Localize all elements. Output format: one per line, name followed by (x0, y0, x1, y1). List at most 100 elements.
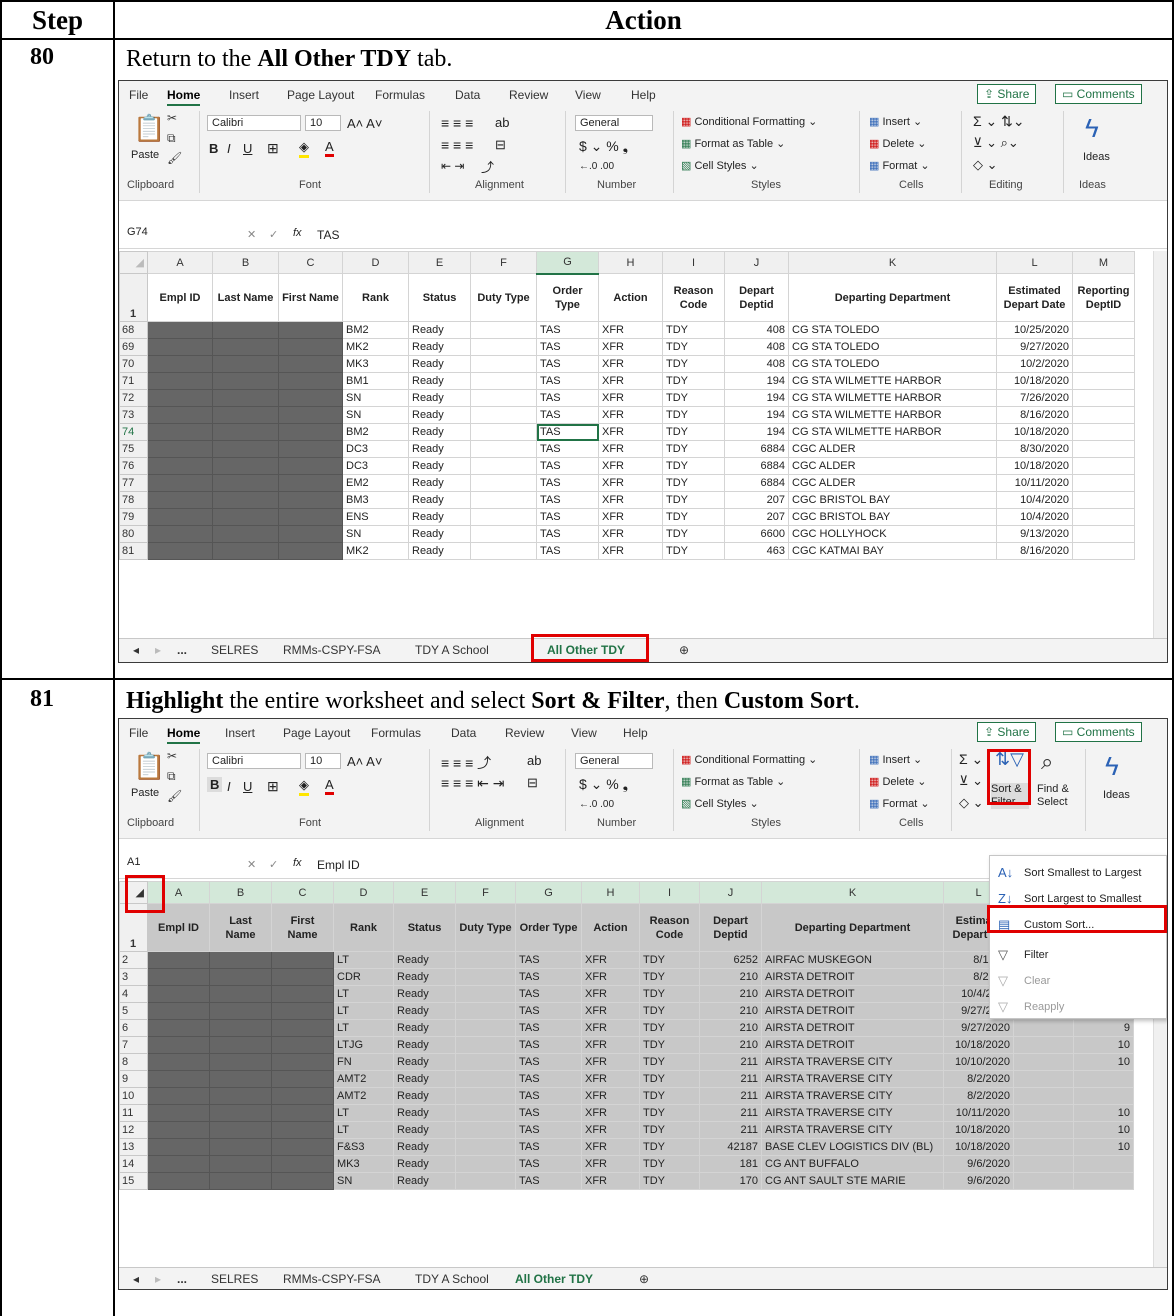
order-type-cell[interactable]: TAS (515, 968, 582, 986)
column-letter[interactable]: E (393, 881, 456, 904)
reason-code-cell[interactable]: TDY (639, 985, 700, 1003)
status-cell[interactable]: Ready (393, 1121, 456, 1139)
reporting-cell[interactable] (1072, 440, 1135, 458)
cut-icon[interactable]: ✂ (167, 749, 177, 763)
department-cell[interactable]: CG ANT BUFFALO (761, 1155, 944, 1173)
duty-type-cell[interactable] (455, 1036, 516, 1054)
rank-cell[interactable]: F&S3 (333, 1138, 394, 1156)
fill-color-icon[interactable]: ◈ (299, 139, 309, 158)
duty-type-cell[interactable] (470, 525, 537, 543)
tab-more[interactable]: ... (177, 643, 187, 657)
column-letter[interactable]: J (699, 881, 762, 904)
column-letter[interactable]: G (515, 881, 582, 904)
deptid-cell[interactable]: 210 (699, 985, 762, 1003)
reporting-cell[interactable] (1072, 508, 1135, 526)
column-letter[interactable]: H (581, 881, 640, 904)
department-cell[interactable]: CGC ALDER (788, 474, 997, 492)
date-cell[interactable]: 9/27/2020 (943, 1019, 1014, 1037)
reporting-cell[interactable] (1013, 1121, 1074, 1139)
tab-scroll-left-icon[interactable]: ◂ (133, 1272, 139, 1286)
duty-type-cell[interactable] (455, 1104, 516, 1122)
reason-code-cell[interactable]: TDY (662, 457, 725, 475)
date-cell[interactable]: 10/4/2020 (996, 491, 1073, 509)
status-cell[interactable]: Ready (408, 389, 471, 407)
status-cell[interactable]: Ready (393, 968, 456, 986)
menu-review[interactable]: Review (509, 88, 548, 102)
column-letter[interactable]: K (761, 881, 944, 904)
department-cell[interactable]: CGC KATMAI BAY (788, 542, 997, 560)
column-letter[interactable]: D (342, 251, 409, 274)
conditional-formatting-button[interactable]: ▦ Conditional Formatting ⌄ (681, 753, 817, 766)
order-type-cell[interactable]: TAS (536, 491, 599, 509)
order-type-cell[interactable]: TAS (536, 440, 599, 458)
deptid-cell[interactable]: 42187 (699, 1138, 762, 1156)
date-cell[interactable]: 8/2/2020 (943, 1087, 1014, 1105)
merge-icon[interactable]: ⊟ (527, 775, 538, 791)
department-cell[interactable]: AIRSTA DETROIT (761, 1019, 944, 1037)
reporting-cell[interactable] (1013, 1155, 1074, 1173)
duty-type-cell[interactable] (470, 457, 537, 475)
underline-icon[interactable]: U (243, 141, 252, 156)
column-letter[interactable]: B (209, 881, 272, 904)
order-type-cell[interactable]: TAS (536, 321, 599, 339)
reason-code-cell[interactable]: TDY (662, 321, 725, 339)
reason-code-cell[interactable]: TDY (662, 372, 725, 390)
duty-type-cell[interactable] (455, 951, 516, 969)
deptid-cell[interactable]: 181 (699, 1155, 762, 1173)
action-cell[interactable]: XFR (598, 423, 663, 441)
reason-code-cell[interactable]: TDY (662, 542, 725, 560)
order-type-cell[interactable]: TAS (515, 1138, 582, 1156)
reporting-cell[interactable] (1013, 1019, 1074, 1037)
reporting-cell[interactable] (1072, 389, 1135, 407)
status-cell[interactable]: Ready (408, 474, 471, 492)
underline-icon[interactable]: U (243, 779, 252, 794)
bold-icon[interactable]: B (207, 777, 223, 792)
accounting-icon[interactable]: $ ⌄ % ❟ (579, 138, 628, 155)
column-letter[interactable]: D (333, 881, 394, 904)
status-cell[interactable]: Ready (393, 1002, 456, 1020)
reason-code-cell[interactable]: TDY (639, 1121, 700, 1139)
order-type-cell[interactable]: TAS (536, 372, 599, 390)
date-cell[interactable]: 8/16/2020 (996, 406, 1073, 424)
department-cell[interactable]: AIRSTA TRAVERSE CITY (761, 1087, 944, 1105)
department-cell[interactable]: CGC BRISTOL BAY (788, 508, 997, 526)
status-cell[interactable]: Ready (393, 1138, 456, 1156)
order-type-cell[interactable]: TAS (536, 406, 599, 424)
grow-font-icon[interactable]: A˄ A˅ (347, 754, 382, 769)
order-type-cell[interactable]: TAS (515, 985, 582, 1003)
order-type-cell[interactable]: TAS (536, 542, 599, 560)
reason-code-cell[interactable]: TDY (662, 423, 725, 441)
rank-cell[interactable]: LT (333, 951, 394, 969)
reason-code-cell[interactable]: TDY (662, 491, 725, 509)
department-cell[interactable]: AIRSTA TRAVERSE CITY (761, 1104, 944, 1122)
reason-code-cell[interactable]: TDY (639, 1104, 700, 1122)
column-letter[interactable]: A (147, 251, 213, 274)
borders-icon[interactable]: ⊞ (267, 140, 279, 157)
department-cell[interactable]: CG STA TOLEDO (788, 321, 997, 339)
duty-type-cell[interactable] (455, 985, 516, 1003)
deptid-cell[interactable]: 211 (699, 1087, 762, 1105)
format-as-table-button[interactable]: ▦ Format as Table ⌄ (681, 775, 785, 788)
status-cell[interactable]: Ready (408, 338, 471, 356)
rank-cell[interactable]: DC3 (342, 457, 409, 475)
action-cell[interactable]: XFR (581, 1036, 640, 1054)
rank-cell[interactable]: CDR (333, 968, 394, 986)
tab-selres[interactable]: SELRES (211, 1272, 258, 1286)
date-cell[interactable]: 9/6/2020 (943, 1172, 1014, 1190)
fill-color-icon[interactable]: ◈ (299, 777, 309, 796)
rank-cell[interactable]: MK2 (342, 338, 409, 356)
ideas-icon[interactable]: ϟ (1085, 113, 1099, 144)
action-cell[interactable]: XFR (581, 1002, 640, 1020)
merge-icon[interactable]: ⊟ (495, 137, 506, 153)
comments-button[interactable]: ▭ Comments (1055, 84, 1142, 104)
borders-icon[interactable]: ⊞ (267, 778, 279, 795)
conditional-formatting-button[interactable]: ▦ Conditional Formatting ⌄ (681, 115, 817, 128)
reason-code-cell[interactable]: TDY (639, 951, 700, 969)
font-color-icon[interactable]: A (325, 139, 334, 157)
reason-code-cell[interactable]: TDY (662, 389, 725, 407)
clear-icon[interactable]: ◇ ⌄ (973, 157, 998, 173)
duty-type-cell[interactable] (470, 372, 537, 390)
department-cell[interactable]: CG STA WILMETTE HARBOR (788, 423, 997, 441)
date-cell[interactable]: 10/11/2020 (943, 1104, 1014, 1122)
status-cell[interactable]: Ready (408, 525, 471, 543)
